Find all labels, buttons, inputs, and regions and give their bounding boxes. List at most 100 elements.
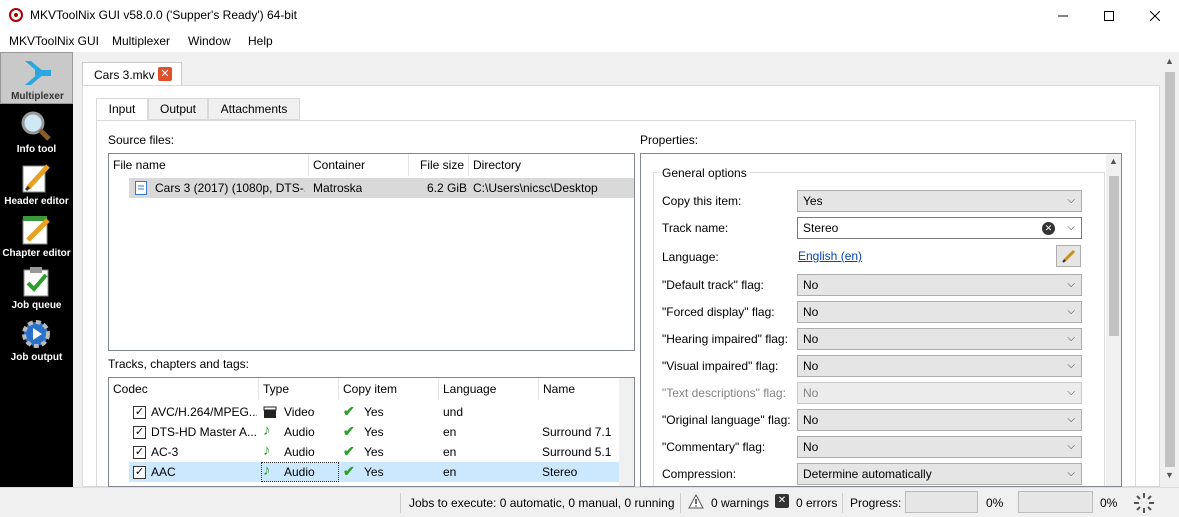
window-title: MKVToolNix GUI v58.0.0 ('Supper's Ready'… — [30, 8, 297, 22]
check-icon: ✔ — [343, 443, 355, 459]
codec-cell: AAC — [151, 465, 176, 479]
column-header-file-name[interactable]: File name — [109, 154, 309, 176]
warning-icon — [688, 494, 704, 509]
track-name-input[interactable]: Stereo ✕ ⌵ — [797, 217, 1082, 239]
column-header-file-size[interactable]: File size — [409, 154, 469, 176]
menu-window[interactable]: Window — [188, 34, 231, 48]
track-checkbox[interactable]: ✓ — [133, 446, 146, 459]
job-output-icon — [22, 320, 50, 348]
copy-cell: Yes — [364, 425, 384, 439]
close-button[interactable] — [1132, 0, 1178, 31]
original-language-flag-select[interactable]: No ⌵ — [797, 409, 1082, 431]
menu-mkvtoolnix-gui[interactable]: MKVToolNix GUI — [9, 34, 99, 48]
text-descriptions-flag-select: No ⌵ — [797, 382, 1082, 404]
column-header-container[interactable]: Container — [309, 154, 409, 176]
sidebar: Multiplexer Info tool Header editor Chap… — [0, 52, 73, 487]
audio-note-icon: ♪ — [263, 422, 271, 439]
copy-item-label: Copy this item: — [662, 194, 742, 208]
scroll-up-icon[interactable]: ▲ — [1109, 156, 1118, 166]
warnings-status[interactable]: 0 warnings — [711, 496, 769, 510]
source-files-list[interactable]: File name Container File size Directory … — [108, 153, 635, 351]
jobs-status[interactable]: Jobs to execute: 0 automatic, 0 manual, … — [409, 496, 675, 510]
track-checkbox[interactable]: ✓ — [133, 426, 146, 439]
copy-cell: Yes — [364, 405, 384, 419]
chevron-down-icon: ⌵ — [1067, 279, 1075, 290]
visual-impaired-flag-label: "Visual impaired" flag: — [662, 359, 779, 373]
commentary-flag-select[interactable]: No ⌵ — [797, 436, 1082, 458]
container-cell: Matroska — [313, 181, 363, 195]
scrollbar-thumb[interactable] — [1109, 176, 1119, 336]
language-link[interactable]: English (en) — [798, 249, 862, 263]
sidebar-item-chapter-editor[interactable]: Chapter editor — [0, 210, 73, 262]
status-separator — [842, 493, 843, 513]
clear-icon[interactable]: ✕ — [1042, 222, 1055, 235]
tracks-scrollbar[interactable] — [619, 378, 634, 486]
column-header-language[interactable]: Language — [439, 378, 539, 400]
table-row[interactable]: ✓ AVC/H.264/MPEG... Video ✔ Yes und — [109, 402, 619, 422]
maximize-button[interactable] — [1086, 0, 1132, 31]
tracks-list[interactable]: Codec Type Copy item Language Name ✓ AVC… — [108, 377, 635, 487]
language-cell: und — [443, 405, 464, 419]
chevron-down-icon: ⌵ — [1067, 414, 1075, 425]
hearing-impaired-flag-select[interactable]: No ⌵ — [797, 328, 1082, 350]
main-scrollbar[interactable]: ▲ ▼ — [1161, 52, 1179, 487]
document-tab[interactable]: Cars 3.mkv ✕ — [82, 62, 182, 86]
tab-input[interactable]: Input — [96, 98, 148, 121]
copy-item-select[interactable]: Yes ⌵ — [797, 190, 1082, 212]
column-header-type[interactable]: Type — [259, 378, 339, 400]
commentary-flag-label: "Commentary" flag: — [662, 440, 766, 454]
header-editor-icon — [22, 164, 50, 193]
forced-display-flag-select[interactable]: No ⌵ — [797, 301, 1082, 323]
tab-attachments[interactable]: Attachments — [208, 98, 300, 120]
compression-label: Compression: — [662, 467, 737, 481]
edit-language-button[interactable] — [1056, 245, 1081, 267]
track-checkbox[interactable]: ✓ — [133, 466, 146, 479]
sidebar-item-job-queue[interactable]: Job queue — [0, 262, 73, 314]
copy-cell: Yes — [364, 445, 384, 459]
tab-attachments-label: Attachments — [220, 102, 288, 116]
multiplexer-icon — [25, 61, 51, 85]
copy-cell: Yes — [364, 465, 384, 479]
visual-impaired-flag-select[interactable]: No ⌵ — [797, 355, 1082, 377]
tab-output[interactable]: Output — [148, 98, 208, 120]
tab-input-label: Input — [108, 102, 136, 116]
sidebar-item-job-output[interactable]: Job output — [0, 314, 73, 366]
sidebar-item-label: Multiplexer — [11, 91, 64, 102]
sidebar-item-info-tool[interactable]: Info tool — [0, 106, 73, 158]
minimize-icon — [1058, 15, 1068, 16]
name-cell: Surround 7.1 — [542, 425, 612, 439]
properties-scrollbar[interactable]: ▲ — [1106, 154, 1121, 486]
table-row[interactable]: ✓ AC-3 ♪ Audio ✔ Yes en Surround 5.1 — [109, 442, 619, 462]
forced-display-flag-label: "Forced display" flag: — [662, 305, 775, 319]
scrollbar-thumb[interactable] — [1165, 72, 1175, 467]
tab-output-label: Output — [159, 102, 197, 116]
sidebar-item-header-editor[interactable]: Header editor — [0, 158, 73, 210]
menu-multiplexer[interactable]: Multiplexer — [112, 34, 170, 48]
track-checkbox[interactable]: ✓ — [133, 406, 146, 419]
scroll-down-icon[interactable]: ▼ — [1165, 470, 1174, 480]
sidebar-item-multiplexer[interactable]: Multiplexer — [0, 52, 73, 104]
name-cell: Stereo — [542, 465, 578, 479]
table-row[interactable]: Cars 3 (2017) (1080p, DTS-... Matroska 6… — [129, 178, 634, 198]
table-row[interactable]: ✓ DTS-HD Master A... ♪ Audio ✔ Yes en Su… — [109, 422, 619, 442]
errors-status[interactable]: 0 errors — [796, 496, 837, 510]
compression-select[interactable]: Determine automatically ⌵ — [797, 463, 1082, 485]
minimize-button[interactable] — [1040, 0, 1086, 31]
busy-spinner-icon — [1134, 493, 1154, 513]
language-label: Language: — [662, 250, 719, 264]
original-language-flag-label: "Original language" flag: — [662, 413, 791, 427]
directory-cell: C:\Users\nicsc\Desktop — [473, 181, 598, 195]
sidebar-item-label: Header editor — [4, 196, 69, 207]
column-header-copy-item[interactable]: Copy item — [339, 378, 439, 400]
column-header-codec[interactable]: Codec — [109, 378, 259, 400]
column-header-directory[interactable]: Directory — [469, 154, 634, 176]
scroll-up-icon[interactable]: ▲ — [1165, 56, 1174, 66]
chevron-down-icon[interactable]: ⌵ — [1067, 218, 1075, 238]
column-header-name[interactable]: Name — [539, 378, 619, 400]
default-track-flag-select[interactable]: No ⌵ — [797, 274, 1082, 296]
menu-help[interactable]: Help — [248, 34, 273, 48]
table-row[interactable]: ✓ AAC ♪ Audio ✔ Yes en Stereo — [129, 462, 619, 482]
compression-value: Determine automatically — [803, 467, 932, 481]
general-options-title: General options — [659, 166, 750, 180]
close-tab-icon[interactable]: ✕ — [158, 67, 172, 81]
